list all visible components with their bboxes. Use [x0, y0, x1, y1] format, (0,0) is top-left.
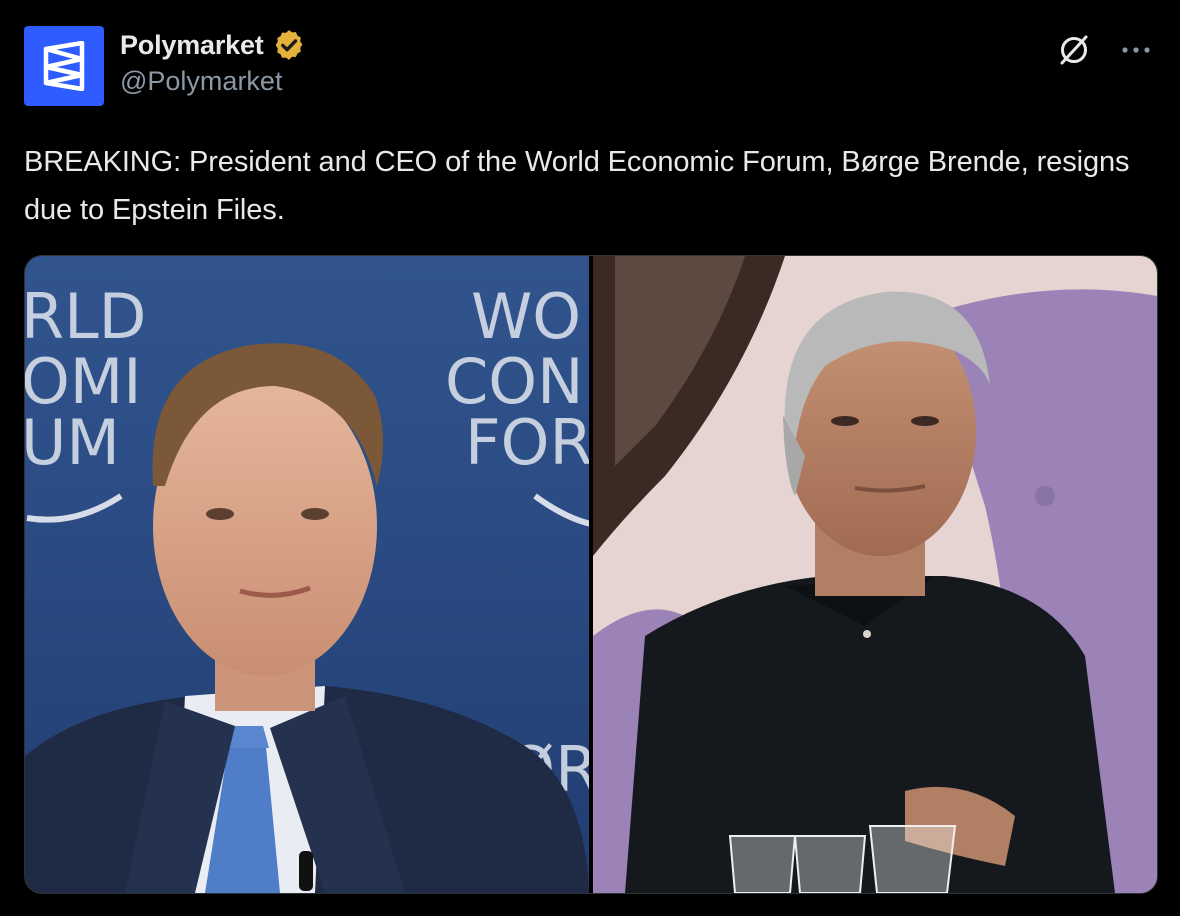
post-media[interactable]: RLD OMI UM WO CON FOR WØR — [24, 255, 1158, 894]
backdrop-text-6: FOR — [465, 406, 593, 479]
backdrop-text-4: WO — [471, 280, 581, 353]
post-author: Polymarket @Polymarket — [120, 28, 306, 97]
polymarket-logo-icon — [43, 41, 85, 91]
author-handle[interactable]: @Polymarket — [120, 66, 306, 97]
grok-icon[interactable] — [1056, 32, 1092, 68]
backdrop-text-1: RLD — [25, 280, 146, 353]
avatar[interactable] — [24, 26, 104, 106]
post-text: BREAKING: President and CEO of the World… — [24, 146, 1130, 226]
author-display-name[interactable]: Polymarket — [120, 30, 264, 61]
backdrop-text-3: UM — [25, 406, 120, 479]
right-photo[interactable] — [593, 256, 1157, 893]
left-photo[interactable]: RLD OMI UM WO CON FOR WØR — [25, 256, 598, 893]
more-options-icon[interactable] — [1118, 32, 1154, 68]
post-actions — [1056, 32, 1154, 68]
verified-badge-icon[interactable] — [272, 28, 306, 62]
